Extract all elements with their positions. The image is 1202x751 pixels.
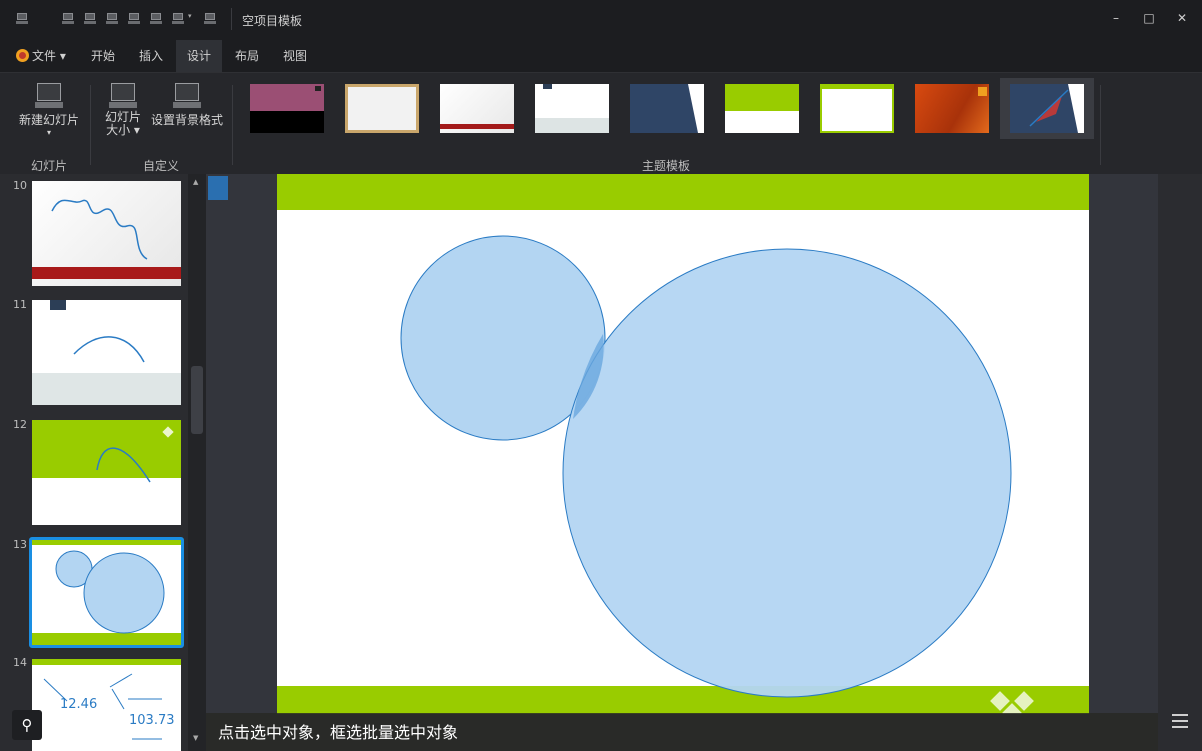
menu-insert[interactable]: 插入 xyxy=(130,40,172,72)
menu-file[interactable]: 文件 ▾ xyxy=(32,40,76,72)
theme-template-3[interactable] xyxy=(440,84,514,133)
theme-template-9[interactable] xyxy=(1010,84,1084,133)
quick-access-icon[interactable] xyxy=(106,13,118,25)
title-bar: ▾ 空项目模板 – □ ✕ xyxy=(0,0,1202,40)
theme-template-7[interactable] xyxy=(820,84,894,133)
ribbon-separator xyxy=(1100,85,1101,165)
pin-icon[interactable]: ⚲ xyxy=(12,710,42,740)
thumb-measure-value: 12.46 xyxy=(60,697,98,712)
group-label-slides: 幻灯片 xyxy=(31,159,68,173)
menu-start[interactable]: 开始 xyxy=(82,40,124,72)
ribbon-separator xyxy=(232,85,233,165)
slide-number: 12 xyxy=(13,418,27,431)
slide-thumbnail-10[interactable] xyxy=(32,181,181,286)
window-title: 空项目模板 xyxy=(242,14,303,28)
large-circle-shape[interactable] xyxy=(562,248,1012,698)
slide-canvas[interactable] xyxy=(277,174,1089,714)
quick-access-icon[interactable] xyxy=(172,13,184,25)
slide-size-button[interactable]: 幻灯片 大小 ▾ xyxy=(100,81,146,137)
quick-access-icon[interactable] xyxy=(84,13,96,25)
ribbon-separator xyxy=(90,85,91,165)
scroll-down-icon[interactable]: ▼ xyxy=(193,734,198,742)
slide-size-label-line2: 大小 ▾ xyxy=(106,123,140,137)
app-icon xyxy=(16,13,28,25)
slide-panel-scrollbar[interactable]: ▲ ▼ xyxy=(188,174,206,751)
slide-number: 14 xyxy=(13,656,27,669)
ribbon: 新建幻灯片 ▾ 幻灯片 大小 ▾ 设置背景格式 幻灯片 自定义 主题模板 xyxy=(0,72,1202,175)
theme-template-2[interactable] xyxy=(345,84,419,133)
quick-access-icon[interactable] xyxy=(150,13,162,25)
slide-size-icon xyxy=(109,81,137,111)
background-format-button[interactable]: 设置背景格式 xyxy=(148,81,226,128)
theme-template-5[interactable] xyxy=(630,84,704,133)
close-button[interactable]: ✕ xyxy=(1170,8,1194,28)
slide-thumbnail-panel: 10 11 12 13 14 12.46 103.73 ⚲ xyxy=(0,174,206,751)
menu-view[interactable]: 视图 xyxy=(274,40,316,72)
file-menu-icon xyxy=(16,49,29,62)
slide-number: 13 xyxy=(13,538,27,551)
hamburger-menu-icon[interactable] xyxy=(1172,726,1188,728)
slide-thumbnail-12[interactable] xyxy=(32,420,181,525)
status-hint-text: 点击选中对象，框选批量选中对象 xyxy=(218,723,459,742)
logo-decoration xyxy=(990,691,1034,714)
new-slide-icon xyxy=(35,81,63,111)
slide-thumbnail-11[interactable] xyxy=(32,300,181,405)
background-format-label: 设置背景格式 xyxy=(150,113,223,127)
slide-number: 11 xyxy=(13,298,27,311)
slide-thumbnail-14[interactable]: 12.46 103.73 xyxy=(32,659,181,751)
group-label-themes: 主题模板 xyxy=(642,159,691,173)
background-format-icon xyxy=(173,81,201,111)
hamburger-menu-icon[interactable] xyxy=(1172,714,1188,716)
theme-template-8[interactable] xyxy=(915,84,989,133)
slide-thumbnail-13[interactable] xyxy=(32,540,181,645)
menu-layout[interactable]: 布局 xyxy=(226,40,268,72)
quick-access-icon[interactable] xyxy=(204,13,216,25)
menu-bar: 文件 ▾ 开始 插入 设计 布局 视图 xyxy=(0,40,1202,72)
quick-access-icon[interactable] xyxy=(62,13,74,25)
thumb-measure-value: 103.73 xyxy=(129,713,175,728)
hamburger-menu-icon[interactable] xyxy=(1172,720,1188,722)
title-divider xyxy=(231,8,232,30)
theme-template-6[interactable] xyxy=(725,84,799,133)
new-slide-button[interactable]: 新建幻灯片 ▾ xyxy=(14,81,84,137)
new-slide-arrow-icon: ▾ xyxy=(46,128,51,137)
slide-number: 10 xyxy=(13,179,27,192)
minimize-button[interactable]: – xyxy=(1104,8,1128,28)
quick-access-dropdown-icon[interactable]: ▾ xyxy=(188,12,192,20)
theme-template-4[interactable] xyxy=(535,84,609,133)
group-label-custom: 自定义 xyxy=(143,159,180,173)
menu-design[interactable]: 设计 xyxy=(176,40,222,72)
scroll-up-icon[interactable]: ▲ xyxy=(193,178,198,186)
editor-marker xyxy=(208,176,228,200)
theme-template-1[interactable] xyxy=(250,84,324,133)
new-slide-label: 新建幻灯片 xyxy=(18,113,79,127)
scrollbar-thumb[interactable] xyxy=(191,366,203,434)
maximize-button[interactable]: □ xyxy=(1137,8,1161,28)
right-side-panel xyxy=(1158,174,1202,751)
quick-access-icon[interactable] xyxy=(128,13,140,25)
